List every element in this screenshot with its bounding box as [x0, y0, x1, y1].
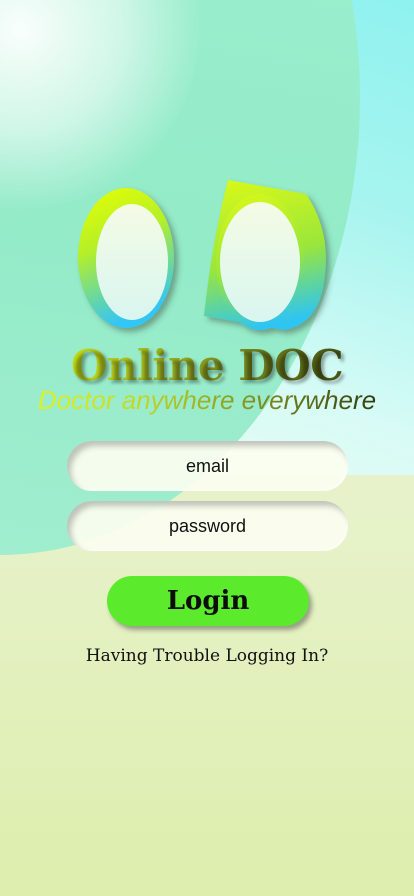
- trouble-logging-in-link[interactable]: Having Trouble Logging In?: [0, 644, 414, 668]
- app-logo: [70, 172, 340, 342]
- login-button[interactable]: Login: [107, 576, 309, 626]
- email-field[interactable]: [67, 441, 348, 491]
- app-tagline: Doctor anywhere everywhere: [0, 383, 414, 417]
- double-o-logo-icon: [78, 180, 326, 330]
- password-field[interactable]: [67, 501, 348, 551]
